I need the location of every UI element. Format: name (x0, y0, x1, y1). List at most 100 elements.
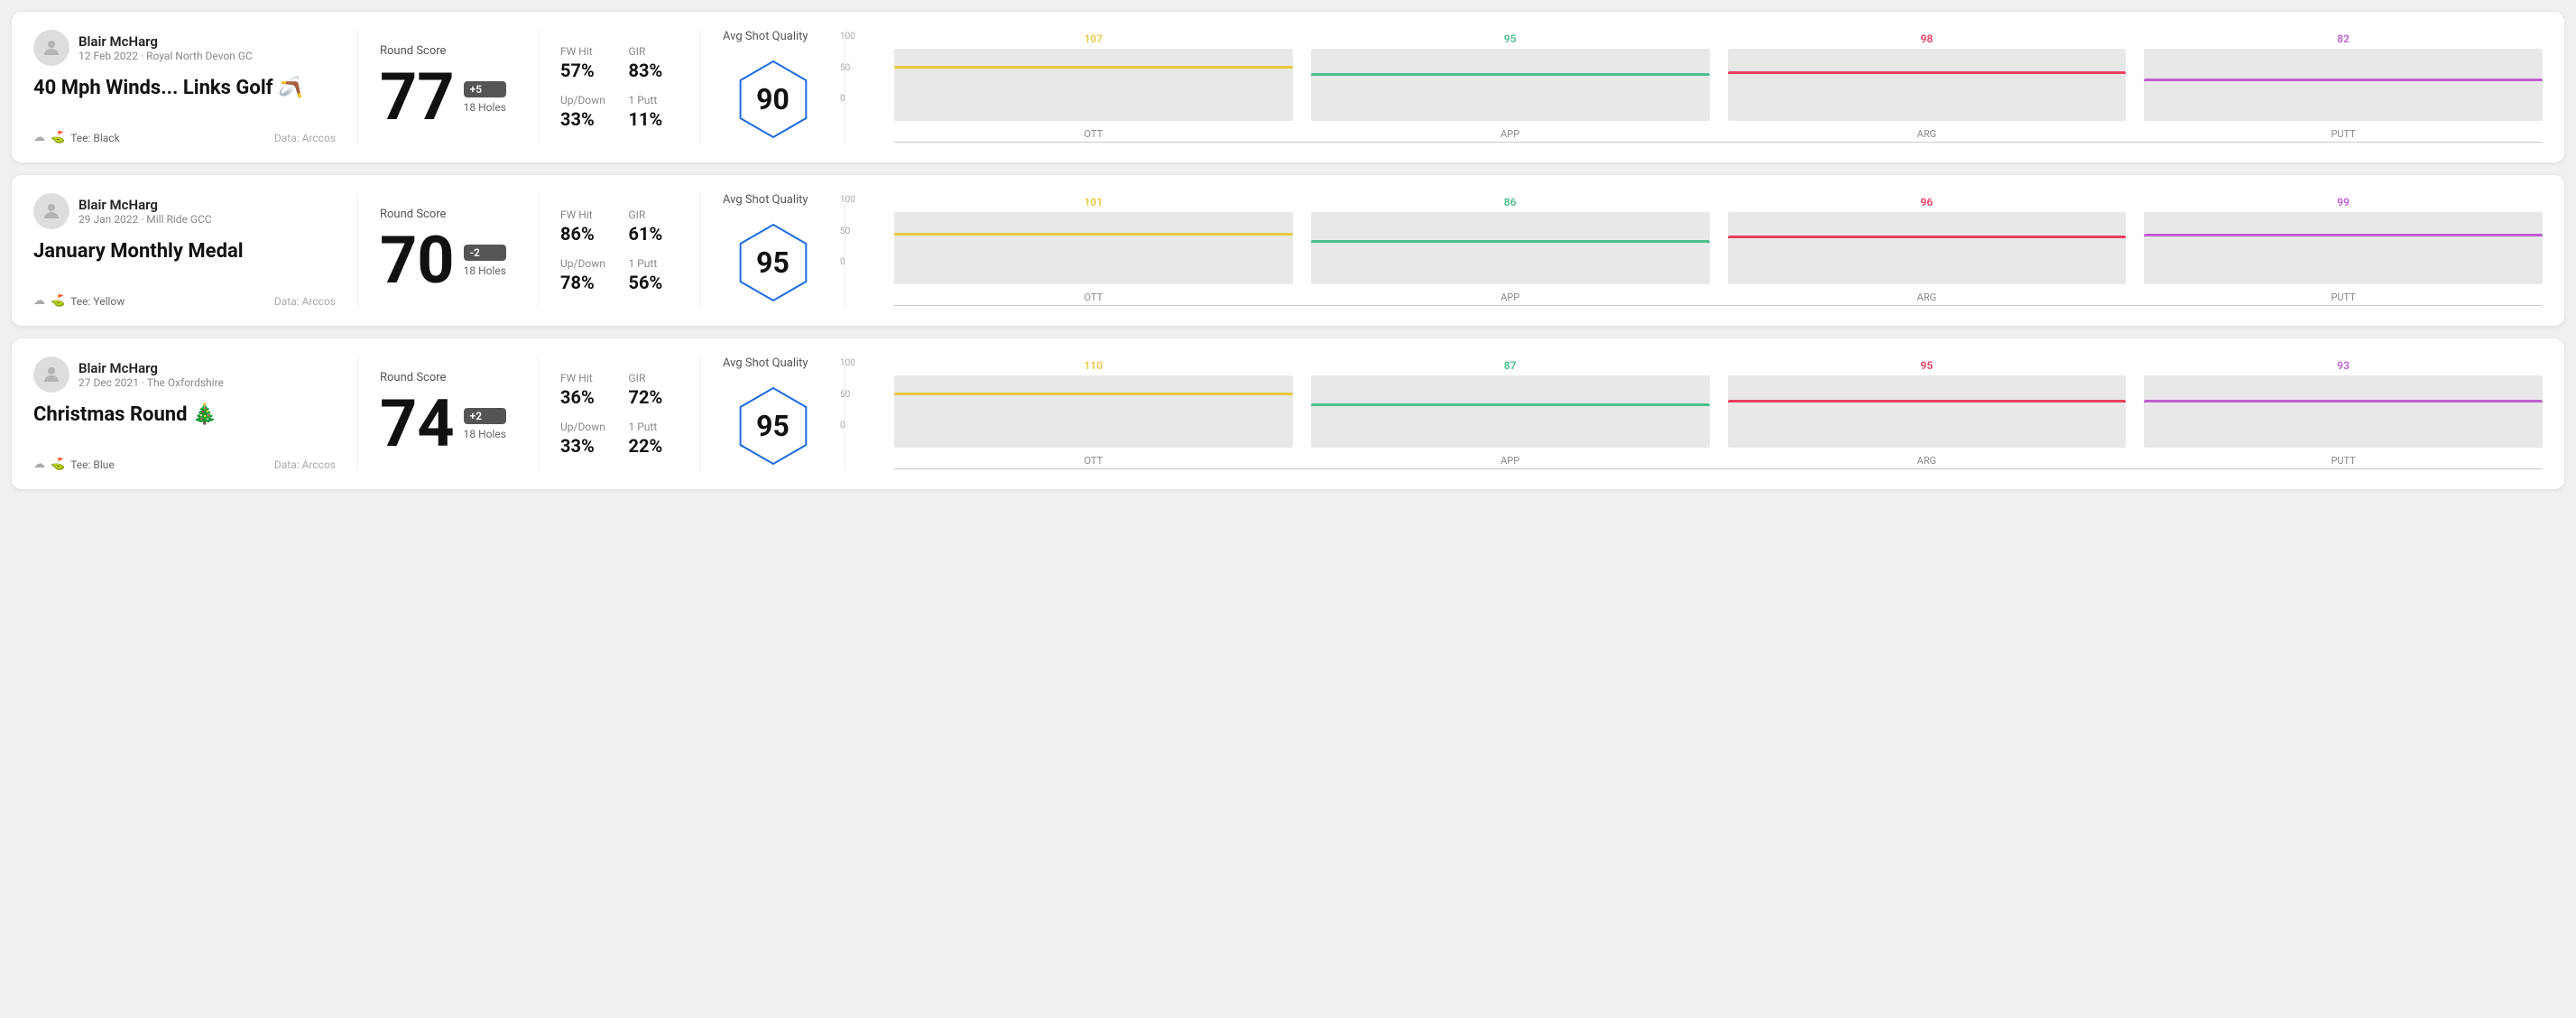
bar-label: APP (1500, 128, 1519, 140)
chart-baseline (894, 142, 2543, 143)
user-info: Blair McHarg27 Dec 2021 · The Oxfordshir… (78, 360, 224, 389)
bar-fill (1311, 240, 1710, 243)
bar-background (1728, 212, 2127, 284)
bar-value-label: 98 (1921, 32, 1934, 45)
weather-icon: ☁ (33, 294, 45, 308)
stat-item: Up/Down78% (560, 257, 611, 293)
round-card: Blair McHarg12 Feb 2022 · Royal North De… (11, 11, 2565, 163)
bar-group: 96 ARG (1728, 196, 2127, 303)
bar-chart: 107OTT95APP98ARG82PUTT (894, 32, 2543, 140)
bar-label: ARG (1917, 292, 1936, 303)
bar-label: ARG (1917, 128, 1936, 140)
stat-value: 36% (560, 386, 611, 408)
score-badge: -2 (464, 245, 506, 261)
round-score-label: Round Score (380, 371, 516, 384)
bar-value-label: 82 (2337, 32, 2350, 45)
user-info: Blair McHarg12 Feb 2022 · Royal North De… (78, 33, 253, 62)
user-name: Blair McHarg (78, 197, 212, 213)
score-number: 77 (380, 65, 455, 130)
score-number: 70 (380, 228, 455, 293)
chart-y-labels: 100500 (840, 358, 855, 430)
bar-wrapper (2144, 212, 2543, 284)
bar-wrapper (894, 375, 1293, 448)
bar-background (894, 49, 1293, 121)
score-number: 74 (380, 392, 455, 457)
round-card: Blair McHarg27 Dec 2021 · The Oxfordshir… (11, 338, 2565, 490)
bar-label: PUTT (2331, 128, 2355, 140)
bar-wrapper (2144, 375, 2543, 448)
stat-item: GIR61% (629, 208, 679, 245)
weather-icon: ☁ (33, 131, 45, 144)
bar-label: PUTT (2331, 292, 2355, 303)
score-row: 70 -2 18 Holes (380, 228, 516, 293)
bar-group: 95APP (1311, 32, 1710, 140)
bar-wrapper (1728, 49, 2127, 121)
user-name: Blair McHarg (78, 33, 253, 50)
bar-fill (2144, 234, 2543, 236)
bar-value-label: 87 (1504, 359, 1517, 372)
bar-background (1728, 49, 2127, 121)
weather-icon: ☁ (33, 458, 45, 471)
bar-value-label: 101 (1085, 196, 1103, 208)
stat-item: GIR72% (629, 372, 679, 408)
stat-value: 33% (560, 435, 611, 457)
bar-chart: 101OTT86APP96ARG99PUTT (894, 195, 2543, 303)
quality-section: Avg Shot Quality95 (701, 356, 845, 471)
tee-info: ☁ ⛳ Tee: Yellow (33, 294, 125, 308)
stat-label: Up/Down (560, 94, 611, 106)
hexagon-container: 95 (733, 381, 814, 471)
stat-label: Up/Down (560, 421, 611, 433)
stat-label: FW Hit (560, 372, 611, 384)
bar-group: 101OTT (894, 196, 1293, 303)
avg-shot-quality-label: Avg Shot Quality (723, 193, 808, 207)
tee-label: Tee: Yellow (70, 295, 125, 308)
chart-baseline (894, 468, 2543, 469)
card-left-section: Blair McHarg27 Dec 2021 · The Oxfordshir… (33, 356, 358, 471)
bar-fill (1311, 73, 1710, 76)
user-header: Blair McHarg29 Jan 2022 · Mill Ride GCC (33, 193, 336, 229)
chart-y-label: 50 (840, 390, 855, 400)
data-source: Data: Arccos (274, 458, 336, 471)
avg-shot-quality-label: Avg Shot Quality (723, 30, 808, 43)
bar-background (1728, 375, 2127, 448)
card-footer: ☁ ⛳ Tee: Blue Data: Arccos (33, 458, 336, 471)
bag-icon: ⛳ (51, 294, 65, 308)
stat-value: 78% (560, 272, 611, 293)
bar-wrapper (1311, 375, 1710, 448)
bar-value-label: 110 (1085, 359, 1103, 372)
score-badge: +2 (464, 408, 506, 424)
hexagon-container: 95 (733, 217, 814, 308)
card-left-section: Blair McHarg29 Jan 2022 · Mill Ride GCCJ… (33, 193, 358, 308)
data-source: Data: Arccos (274, 295, 336, 308)
bar-background (1311, 49, 1710, 121)
bar-label: OTT (1085, 455, 1103, 467)
card-left-section: Blair McHarg12 Feb 2022 · Royal North De… (33, 30, 358, 144)
score-badge: +5 (464, 81, 506, 97)
stat-label: FW Hit (560, 45, 611, 58)
user-name: Blair McHarg (78, 360, 224, 376)
avatar (33, 30, 69, 66)
stat-value: 83% (629, 60, 679, 81)
data-source: Data: Arccos (274, 132, 336, 144)
chart-wrapper: 100500110OTT87APP95ARG93PUTT (867, 358, 2543, 469)
chart-section: 100500101OTT86APP96ARG99PUTT (845, 193, 2543, 308)
chart-y-label: 100 (840, 195, 855, 205)
stat-item: 1 Putt56% (629, 257, 679, 293)
chart-section: 100500107OTT95APP98ARG82PUTT (845, 30, 2543, 144)
stat-item: Up/Down 33% (560, 421, 611, 457)
bar-background (2144, 375, 2543, 448)
user-meta: 12 Feb 2022 · Royal North Devon GC (78, 50, 253, 62)
bar-background (2144, 49, 2543, 121)
score-row: 74+218 Holes (380, 392, 516, 457)
round-title: 40 Mph Winds... Links Golf 🪃 (33, 77, 336, 110)
round-score-label: Round Score (380, 208, 516, 221)
bar-background (894, 375, 1293, 448)
stat-item: 1 Putt22% (629, 421, 679, 457)
stat-label: FW Hit (560, 208, 611, 221)
score-holes: 18 Holes (464, 101, 506, 114)
score-holes: 18 Holes (464, 264, 506, 277)
card-footer: ☁ ⛳ Tee: Yellow Data: Arccos (33, 294, 336, 308)
bar-value-label: 96 (1921, 196, 1934, 208)
chart-y-label: 0 (840, 94, 855, 104)
bar-value-label: 93 (2337, 359, 2350, 372)
